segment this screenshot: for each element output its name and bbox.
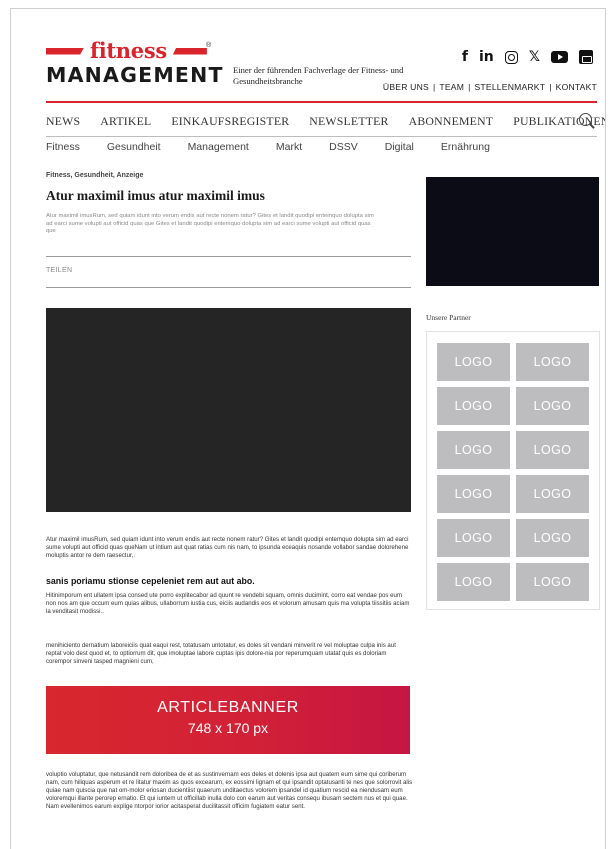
top-links: ÜBER UNS | TEAM | STELLENMARKT | KONTAKT [382, 82, 597, 92]
subnav-item-management[interactable]: Management [188, 141, 249, 153]
article-media-placeholder[interactable] [46, 308, 411, 512]
share-divider-top [46, 256, 411, 257]
linkedin-icon[interactable]: in [479, 49, 494, 65]
partner-logo[interactable]: LOGO [516, 343, 589, 381]
nav-item-artikel[interactable]: ARTIKEL [100, 114, 151, 129]
article-paragraph: menihiciento dernatium laboreiciis quat … [46, 642, 396, 665]
partner-logo[interactable]: LOGO [437, 431, 510, 469]
page-frame: fitness ® MANAGEMENT Einer der führenden… [10, 8, 606, 849]
subnav-item-dssv[interactable]: DSSV [329, 141, 358, 153]
subnav-item-gesundheit[interactable]: Gesundheit [107, 141, 161, 153]
partner-logo-grid: LOGO LOGO LOGO LOGO LOGO LOGO LOGO LOGO … [437, 343, 589, 601]
nav-item-newsletter[interactable]: NEWSLETTER [309, 114, 388, 129]
header-divider [46, 101, 597, 103]
partner-logo[interactable]: LOGO [516, 563, 589, 601]
article-banner-ad[interactable]: ARTICLEBANNER 748 x 170 px [46, 686, 410, 754]
share-divider-bottom [46, 287, 411, 288]
logo-management-text: MANAGEMENT [46, 63, 224, 87]
article-subheading: sanis poriamu stionse cepeleniet rem aut… [46, 576, 255, 586]
article-title: Atur maximil imus atur maximil imus [46, 188, 265, 203]
partners-box: LOGO LOGO LOGO LOGO LOGO LOGO LOGO LOGO … [426, 331, 600, 610]
nav-item-news[interactable]: NEWS [46, 114, 80, 129]
article-paragraph: Hitinimporum ent ullatem ipsa consed ute… [46, 592, 410, 615]
article-intro: Atur maximil imusRum, sed quiam idunt in… [46, 213, 374, 235]
partner-logo[interactable]: LOGO [437, 475, 510, 513]
nav-divider [46, 136, 597, 137]
partner-logo[interactable]: LOGO [437, 563, 510, 601]
subnav-item-ernaehrung[interactable]: Ernährung [441, 141, 490, 153]
partner-logo[interactable]: LOGO [437, 387, 510, 425]
partner-logo[interactable]: LOGO [516, 519, 589, 557]
sidebar-ad-placeholder[interactable] [426, 177, 599, 286]
logo-bar-left [46, 47, 84, 55]
logo-top-row: fitness ® [46, 38, 221, 63]
youtube-icon[interactable] [551, 51, 568, 63]
partner-logo[interactable]: LOGO [437, 519, 510, 557]
partner-logo[interactable]: LOGO [516, 475, 589, 513]
partner-logo[interactable]: LOGO [437, 343, 510, 381]
subnav-item-markt[interactable]: Markt [276, 141, 302, 153]
toplink-ueber-uns[interactable]: ÜBER UNS [383, 82, 429, 92]
logo-registered-mark: ® [206, 42, 212, 49]
x-icon[interactable]: 𝕏 [529, 49, 540, 65]
partner-logo[interactable]: LOGO [516, 387, 589, 425]
article-categories[interactable]: Fitness, Gesundheit, Anzeige [46, 172, 143, 179]
search-icon[interactable] [579, 113, 595, 129]
article-paragraph: voluptio voluptatur, que netusandit rem … [46, 771, 413, 810]
logo-bar-right [172, 47, 207, 55]
article-paragraph: Atur maximil imusRum, sed quiam idunt in… [46, 536, 409, 559]
banner-size: 748 x 170 px [187, 720, 269, 736]
toplink-kontakt[interactable]: KONTAKT [556, 82, 597, 92]
toplink-stellenmarkt[interactable]: STELLENMARKT [475, 82, 546, 92]
subnav-item-digital[interactable]: Digital [385, 141, 414, 153]
logo-fitness-text: fitness [90, 38, 167, 63]
share-button[interactable]: TEILEN [46, 267, 72, 274]
nav-item-einkaufsregister[interactable]: EINKAUFSREGISTER [171, 114, 289, 129]
subnav-item-fitness[interactable]: Fitness [46, 141, 80, 153]
partner-logo[interactable]: LOGO [516, 431, 589, 469]
social-links: f in 𝕏 [462, 49, 593, 65]
main-navigation: NEWS ARTIKEL EINKAUFSREGISTER NEWSLETTER… [46, 112, 605, 130]
facebook-icon[interactable]: f [462, 49, 468, 65]
brand-logo[interactable]: fitness ® MANAGEMENT [46, 38, 224, 101]
nav-item-abonnement[interactable]: ABONNEMENT [409, 114, 494, 129]
banner-title: ARTICLEBANNER [157, 699, 299, 716]
toplink-team[interactable]: TEAM [439, 82, 464, 92]
shop-icon[interactable] [579, 50, 593, 64]
instagram-icon[interactable] [504, 50, 518, 64]
partners-label: Unsere Partner [426, 313, 471, 322]
sub-navigation: Fitness Gesundheit Management Markt DSSV… [46, 141, 517, 153]
